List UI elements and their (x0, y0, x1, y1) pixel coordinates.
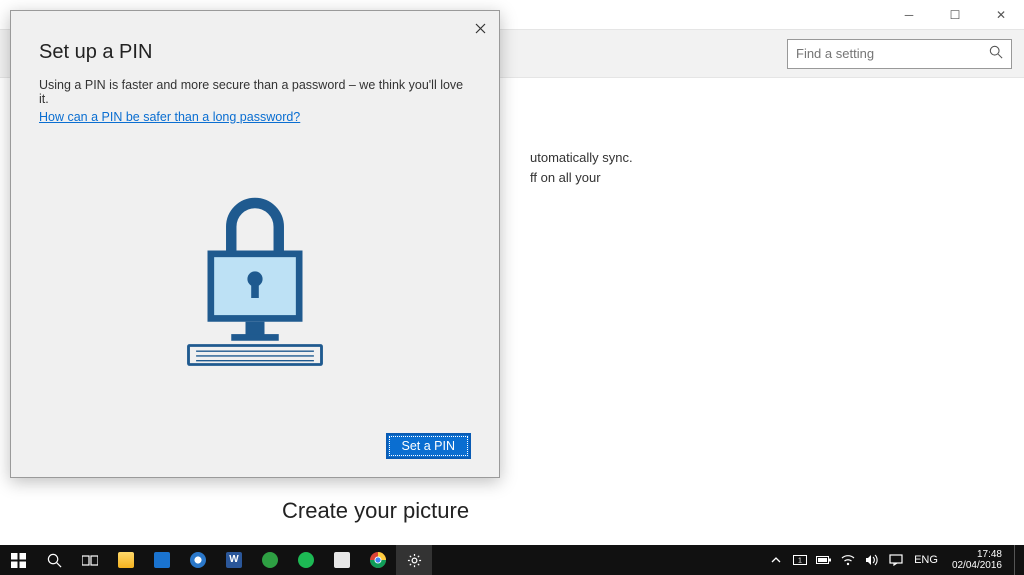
chrome-icon (370, 552, 386, 568)
pin-safer-link[interactable]: How can a PIN be safer than a long passw… (39, 110, 471, 124)
pin-setup-dialog: Set up a PIN Using a PIN is faster and m… (10, 10, 500, 478)
lock-computer-icon (165, 184, 345, 374)
settings-search[interactable] (787, 39, 1012, 69)
search-icon (47, 553, 62, 568)
time-text: 17:48 (952, 549, 1002, 560)
app-1[interactable] (180, 545, 216, 575)
task-view-icon (82, 554, 98, 567)
app-2[interactable] (252, 545, 288, 575)
gear-icon (407, 553, 422, 568)
sync-text-2: ff on all your (530, 168, 994, 188)
search-button[interactable] (36, 545, 72, 575)
dialog-footer: Set a PIN (39, 433, 471, 459)
word-button[interactable]: W (216, 545, 252, 575)
date-text: 02/04/2016 (952, 560, 1002, 571)
set-pin-button[interactable]: Set a PIN (386, 433, 472, 459)
store-icon (154, 552, 170, 568)
create-picture-heading: Create your picture (282, 498, 469, 524)
clock[interactable]: 17:48 02/04/2016 (944, 549, 1010, 571)
taskbar-right: 1 ENG 17:48 02/04/2016 (764, 545, 1024, 575)
notification-icon (889, 554, 903, 566)
word-icon: W (226, 552, 242, 568)
dialog-close-button[interactable] (469, 17, 491, 39)
battery-icon (816, 555, 832, 565)
app-3[interactable] (324, 545, 360, 575)
maximize-button[interactable]: ☐ (932, 0, 978, 30)
keyboard-indicator[interactable]: 1 (788, 545, 812, 575)
spotify-button[interactable] (288, 545, 324, 575)
language-indicator[interactable]: ENG (908, 554, 944, 566)
dialog-title: Set up a PIN (39, 41, 471, 64)
green-circle-icon (262, 552, 278, 568)
taskbar: W 1 ENG 17:48 02/04/2016 (0, 545, 1024, 575)
spotify-icon (298, 552, 314, 568)
show-desktop-button[interactable] (1014, 545, 1020, 575)
minimize-button[interactable]: ─ (886, 0, 932, 30)
wifi-indicator[interactable] (836, 545, 860, 575)
store-button[interactable] (144, 545, 180, 575)
svg-text:1: 1 (798, 558, 802, 565)
lock-illustration (39, 124, 471, 433)
wifi-icon (841, 554, 855, 566)
volume-indicator[interactable] (860, 545, 884, 575)
keyboard-icon: 1 (793, 555, 807, 565)
taskbar-left: W (0, 545, 432, 575)
dialog-description: Using a PIN is faster and more secure th… (39, 78, 471, 106)
caption-buttons: ─ ☐ ✕ (886, 0, 1024, 30)
close-button[interactable]: ✕ (978, 0, 1024, 30)
speaker-icon (865, 554, 879, 566)
action-center-button[interactable] (884, 545, 908, 575)
folder-icon (118, 552, 134, 568)
dialog-content: Set up a PIN Using a PIN is faster and m… (11, 11, 499, 477)
windows-icon (11, 553, 26, 568)
task-view-button[interactable] (72, 545, 108, 575)
search-input[interactable] (796, 46, 989, 61)
file-explorer-button[interactable] (108, 545, 144, 575)
chevron-up-icon (771, 555, 781, 565)
chrome-button[interactable] (360, 545, 396, 575)
app-icon (190, 552, 206, 568)
tray-chevron[interactable] (764, 545, 788, 575)
search-icon (989, 45, 1003, 62)
start-button[interactable] (0, 545, 36, 575)
sync-text-1: utomatically sync. (530, 148, 994, 168)
popcorn-icon (334, 552, 350, 568)
battery-indicator[interactable] (812, 545, 836, 575)
settings-taskbar-button[interactable] (396, 545, 432, 575)
